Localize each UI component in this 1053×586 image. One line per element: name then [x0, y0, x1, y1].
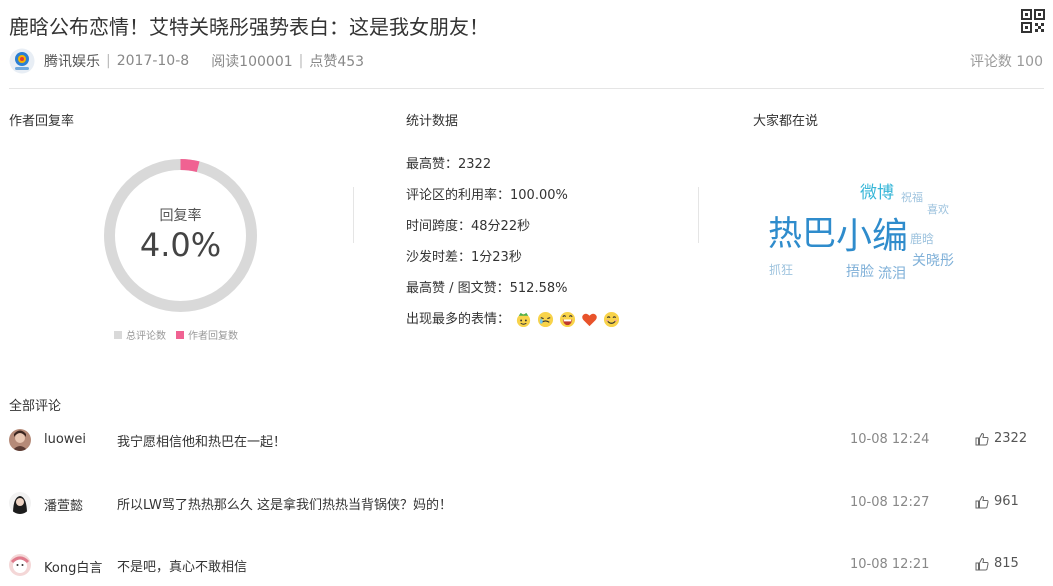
word-cloud-title: 大家都在说	[753, 114, 819, 129]
heart-emoji-icon	[582, 313, 597, 327]
thumbs-up-icon	[975, 495, 989, 508]
comment-row: Kong白言 不是吧，真心不敢相信 10-08 12:21 815	[0, 551, 1053, 581]
cloud-word[interactable]: 喜欢	[927, 204, 949, 215]
stat-row: 评论区的利用率：100.00%	[406, 188, 568, 203]
crying-emoji-icon	[537, 311, 554, 328]
gauge-legend: 总评论数 作者回复数	[114, 327, 248, 342]
comment-row: luowei 我宁愿相信他和热巴在一起！ 10-08 12:24 2322	[0, 426, 1053, 456]
comment-like-button[interactable]: 2322	[975, 431, 1027, 446]
stat-row: 沙发时差：1分23秒	[406, 250, 522, 265]
article-title: 鹿晗公布恋情！艾特关晓彤强势表白：这是我女朋友！	[9, 15, 489, 39]
comment-like-count: 961	[994, 494, 1019, 509]
comment-like-button[interactable]: 815	[975, 556, 1019, 571]
comment-time: 10-08 12:21	[850, 557, 930, 572]
crown-baby-emoji-icon	[516, 312, 531, 328]
comment-like-count: 815	[994, 556, 1019, 571]
stat-row: 时间跨度：48分22秒	[406, 219, 531, 234]
comment-text: 我宁愿相信他和热巴在一起！	[117, 435, 287, 450]
divider	[9, 88, 1044, 89]
thumbs-up-icon	[975, 432, 989, 445]
column-divider	[698, 187, 699, 243]
gauge-label: 回复率	[159, 208, 202, 224]
meta-separator: |	[298, 53, 304, 69]
legend-total[interactable]: 总评论数	[114, 327, 166, 342]
comment-count[interactable]: 评论数 100	[970, 51, 1043, 71]
read-count: 阅读100001	[211, 54, 293, 70]
article-source[interactable]: 腾讯娱乐	[44, 51, 100, 71]
avatar[interactable]	[9, 554, 31, 576]
smile-emoji-icon	[603, 311, 620, 328]
comment-time: 10-08 12:24	[850, 432, 930, 447]
comment-like-count: 2322	[994, 431, 1028, 446]
comment-time: 10-08 12:27	[850, 495, 930, 510]
grin-emoji-icon	[559, 311, 576, 328]
like-count: 点赞453	[309, 54, 365, 70]
cloud-word[interactable]: 鹿晗	[910, 233, 934, 245]
comment-user[interactable]: luowei	[44, 432, 86, 447]
legend-author[interactable]: 作者回复数	[176, 327, 238, 342]
cloud-word[interactable]: 微博	[860, 185, 894, 202]
reply-rate-title: 作者回复率	[9, 114, 75, 129]
gauge-value: 4.0%	[139, 226, 222, 264]
comment-user[interactable]: 潘萱懿	[44, 495, 83, 514]
cloud-word[interactable]: 祝福	[901, 192, 923, 203]
stat-row: 最高赞 / 图文赞：512.58%	[406, 281, 568, 296]
thumbs-up-icon	[975, 557, 989, 570]
article-date: 2017-10-8	[116, 53, 190, 69]
cloud-word[interactable]: 捂脸	[846, 265, 874, 279]
avatar[interactable]	[9, 492, 31, 514]
qr-code-icon[interactable]	[1021, 9, 1045, 33]
comments-title: 全部评论	[9, 399, 62, 414]
comment-user[interactable]: Kong白言	[44, 557, 102, 576]
cloud-word[interactable]: 抓狂	[769, 264, 793, 276]
cloud-word[interactable]: 小编	[836, 219, 908, 255]
article-meta: 腾讯娱乐 | 2017-10-8 阅读100001 | 点赞453	[9, 48, 364, 74]
cloud-word[interactable]: 关晓彤	[912, 254, 954, 268]
tencent-news-logo-icon	[9, 48, 35, 74]
emoji-label: 出现最多的表情：	[406, 312, 511, 327]
cloud-word[interactable]: 热巴	[768, 217, 836, 251]
stats-list: 最高赞：2322 评论区的利用率：100.00% 时间跨度：48分22秒 沙发时…	[406, 156, 620, 342]
emoji-row: 出现最多的表情：	[406, 311, 620, 342]
avatar[interactable]	[9, 429, 31, 451]
stat-row: 最高赞：2322	[406, 157, 492, 172]
comment-row: 潘萱懿 所以LW骂了热热那么久 这是拿我们热热当背锅侠？妈的！ 10-08 12…	[0, 489, 1053, 519]
stats-title: 统计数据	[406, 114, 459, 129]
column-divider	[353, 187, 354, 243]
comment-text: 不是吧，真心不敢相信	[117, 560, 248, 575]
meta-separator: |	[106, 53, 111, 69]
cloud-word[interactable]: 流泪	[878, 267, 906, 281]
comment-like-button[interactable]: 961	[975, 494, 1019, 509]
comment-text: 所以LW骂了热热那么久 这是拿我们热热当背锅侠？妈的！	[117, 498, 453, 513]
word-cloud: 热巴 小编 微博 祝福 喜欢 鹿晗 关晓彤 抓狂 捂脸 流泪	[760, 175, 990, 295]
